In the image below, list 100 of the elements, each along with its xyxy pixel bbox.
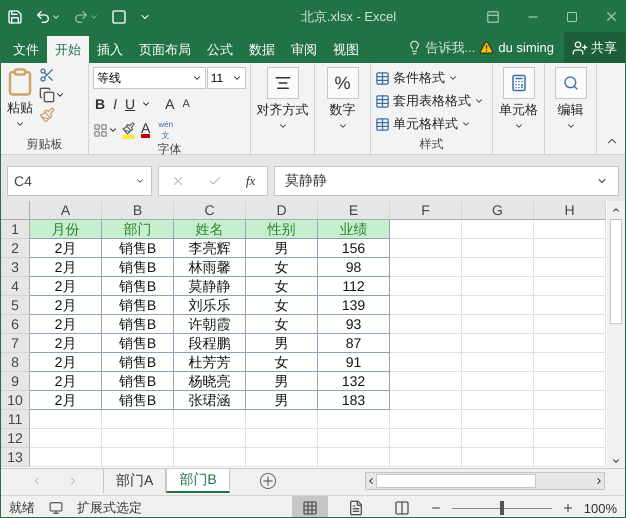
select-all-corner[interactable] [1, 201, 30, 220]
row-header[interactable]: 12 [1, 429, 30, 448]
menu-tab[interactable]: 视图 [325, 36, 367, 63]
underline-button[interactable]: U [123, 93, 138, 115]
table-cell: 156 [318, 239, 390, 258]
phonetic-button[interactable]: wén 文 [156, 120, 176, 140]
align-icon [266, 67, 298, 99]
row-header[interactable]: 13 [1, 448, 30, 467]
row-header[interactable]: 8 [1, 353, 30, 372]
cells-button[interactable]: 单元格 [499, 67, 538, 154]
table-cell: 183 [318, 391, 390, 410]
shrink-font-button[interactable]: A [180, 93, 192, 115]
editing-button[interactable]: 编辑 [554, 67, 586, 154]
table-cell: 销售B [102, 353, 174, 372]
row-header[interactable]: 3 [1, 258, 30, 277]
row-header[interactable]: 10 [1, 391, 30, 410]
warning-icon [479, 40, 494, 55]
add-sheet-icon[interactable] [260, 473, 276, 489]
undo-icon[interactable] [35, 8, 61, 24]
menu-tab[interactable]: 公式 [199, 36, 241, 63]
tell-me-field[interactable]: 告诉我... [426, 38, 476, 56]
borders-icon[interactable] [93, 122, 118, 138]
zoom-level[interactable]: 100% [584, 500, 617, 516]
name-box[interactable]: C4 [7, 166, 152, 196]
number-label: 数字 [330, 101, 356, 119]
percent-icon: % [326, 67, 358, 99]
table-cell: 112 [318, 277, 390, 296]
column-header[interactable]: D [246, 201, 318, 220]
font-name-field[interactable]: 等线 [93, 67, 206, 89]
column-header[interactable]: E [318, 201, 390, 220]
column-header[interactable]: B [102, 201, 174, 220]
column-header[interactable]: G [462, 201, 534, 220]
column-header[interactable]: C [174, 201, 246, 220]
styles-menu-button[interactable]: 单元格样式 [375, 113, 488, 135]
status-text: 扩展式选定 [77, 499, 142, 517]
zoom-in-icon[interactable] [562, 502, 574, 514]
table-icon [375, 94, 390, 108]
table-cell: 132 [318, 372, 390, 391]
column-header[interactable]: A [30, 201, 102, 220]
grow-font-button[interactable]: A [163, 93, 176, 115]
number-button[interactable]: % 数字 [326, 67, 358, 154]
slider-thumb[interactable] [500, 501, 504, 515]
ribbon-display-icon[interactable] [486, 10, 500, 24]
table-cell: 2月 [30, 353, 102, 372]
redo-icon[interactable] [73, 8, 99, 24]
scrollbar-thumb[interactable] [376, 474, 536, 488]
table-cell: 93 [318, 315, 390, 334]
column-header[interactable]: F [390, 201, 462, 220]
fill-color-icon[interactable] [122, 122, 135, 138]
row-header[interactable]: 11 [1, 410, 30, 429]
table-cell: 销售B [102, 239, 174, 258]
bold-button[interactable]: B [93, 93, 108, 115]
table-cell: 91 [318, 353, 390, 372]
styles-menu-button[interactable]: 条件格式 [375, 67, 488, 89]
table-cell: 女 [246, 353, 318, 372]
menu-tab[interactable]: 页面布局 [131, 36, 199, 63]
menu-tab[interactable]: 数据 [241, 36, 283, 63]
table-cell: 莫静静 [174, 277, 246, 296]
save-icon[interactable] [7, 8, 23, 24]
row-header[interactable]: 4 [1, 277, 30, 296]
table-cell: 销售B [102, 334, 174, 353]
menu-tab[interactable]: 插入 [89, 36, 131, 63]
table-cell: 2月 [30, 372, 102, 391]
row-header[interactable]: 6 [1, 315, 30, 334]
view-mode-button[interactable] [292, 496, 328, 517]
paste-button[interactable]: 粘贴 [5, 67, 35, 136]
formula-field[interactable]: 莫静静 [274, 166, 619, 196]
row-header[interactable]: 2 [1, 239, 30, 258]
row-header[interactable]: 1 [1, 220, 30, 239]
font-color-button[interactable]: A [139, 119, 152, 141]
cells-icon [502, 67, 534, 99]
user-name[interactable]: du siming [498, 40, 554, 55]
italic-button[interactable]: I [111, 93, 120, 115]
table-cell: 姓名 [174, 220, 246, 239]
table-cell: 2月 [30, 277, 102, 296]
copy-icon[interactable] [39, 87, 65, 103]
table-cell: 销售B [102, 258, 174, 277]
row-header[interactable]: 7 [1, 334, 30, 353]
row-header[interactable]: 9 [1, 372, 30, 391]
close-icon[interactable] [604, 9, 619, 24]
scrollbar-thumb[interactable] [610, 219, 622, 324]
menu-tab[interactable]: 文件 [5, 36, 47, 63]
table-cell: 业绩 [318, 220, 390, 239]
font-size-field[interactable]: 11 [206, 67, 246, 89]
table-cell: 男 [246, 372, 318, 391]
menu-tab[interactable]: 开始 [47, 36, 89, 63]
table-cell: 张珺涵 [174, 391, 246, 410]
alignment-button[interactable]: 对齐方式 [256, 67, 308, 154]
table-cell: 2月 [30, 296, 102, 315]
break-view-icon [394, 500, 410, 516]
table-cell: 林雨馨 [174, 258, 246, 277]
column-header[interactable]: H [534, 201, 606, 220]
table-cell: 男 [246, 391, 318, 410]
row-header[interactable]: 5 [1, 296, 30, 315]
styles-menu-button[interactable]: 套用表格格式 [375, 90, 488, 112]
menu-tab[interactable]: 审阅 [283, 36, 325, 63]
insert-function-button[interactable]: fx [246, 173, 256, 189]
share-button[interactable]: 共享 [564, 32, 625, 63]
maximize-icon[interactable] [566, 10, 578, 22]
sheet-tab[interactable]: 部门B [166, 469, 230, 493]
